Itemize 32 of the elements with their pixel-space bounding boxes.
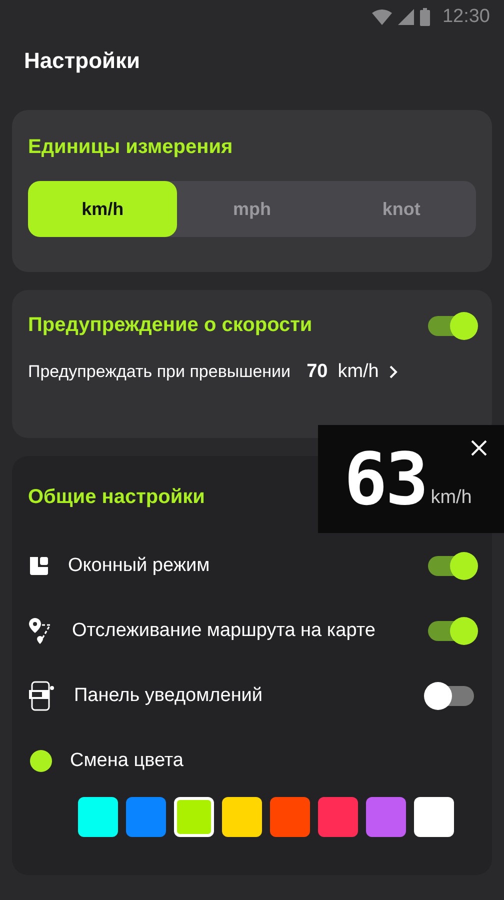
setting-label: Панель уведомлений [74,684,264,706]
setting-label: Смена цвета [70,750,184,772]
setting-label: Оконный режим [68,554,211,576]
color-swatch[interactable] [318,797,358,837]
chevron-icon[interactable] [388,365,398,379]
signal-icon [398,9,414,25]
color-swatch[interactable] [78,797,118,837]
speed-limit-value: 70 [306,361,328,383]
speed-unit: km/h [338,361,379,383]
color-swatch[interactable] [126,797,166,837]
color-swatch[interactable] [270,797,310,837]
section-title: Предупреждение о скорости [28,314,312,337]
unit-option[interactable]: km/h [28,181,178,237]
phone-icon [28,680,56,710]
color-swatch[interactable] [366,797,406,837]
wifi-icon [372,9,392,25]
close-icon[interactable] [470,439,488,457]
setting-label: Отслеживание маршрута на карте [72,620,376,642]
unit-option[interactable]: mph [177,181,327,237]
section-title: Общие настройки [28,486,205,509]
unit-option[interactable]: knot [326,181,476,237]
color-swatch[interactable] [174,797,214,837]
status-time: 12:30 [442,6,490,28]
color-swatch[interactable] [414,797,454,837]
page-title: Настройки [23,47,142,75]
section-title: Единицы измерения [28,136,234,159]
speed-unit: km/h [430,487,472,509]
color-swatch[interactable] [222,797,262,837]
setting-label: Предупреждать при превышении [28,362,291,382]
battery-icon [420,8,430,26]
window-icon [28,554,50,576]
speed-reading: 63 [344,447,427,511]
